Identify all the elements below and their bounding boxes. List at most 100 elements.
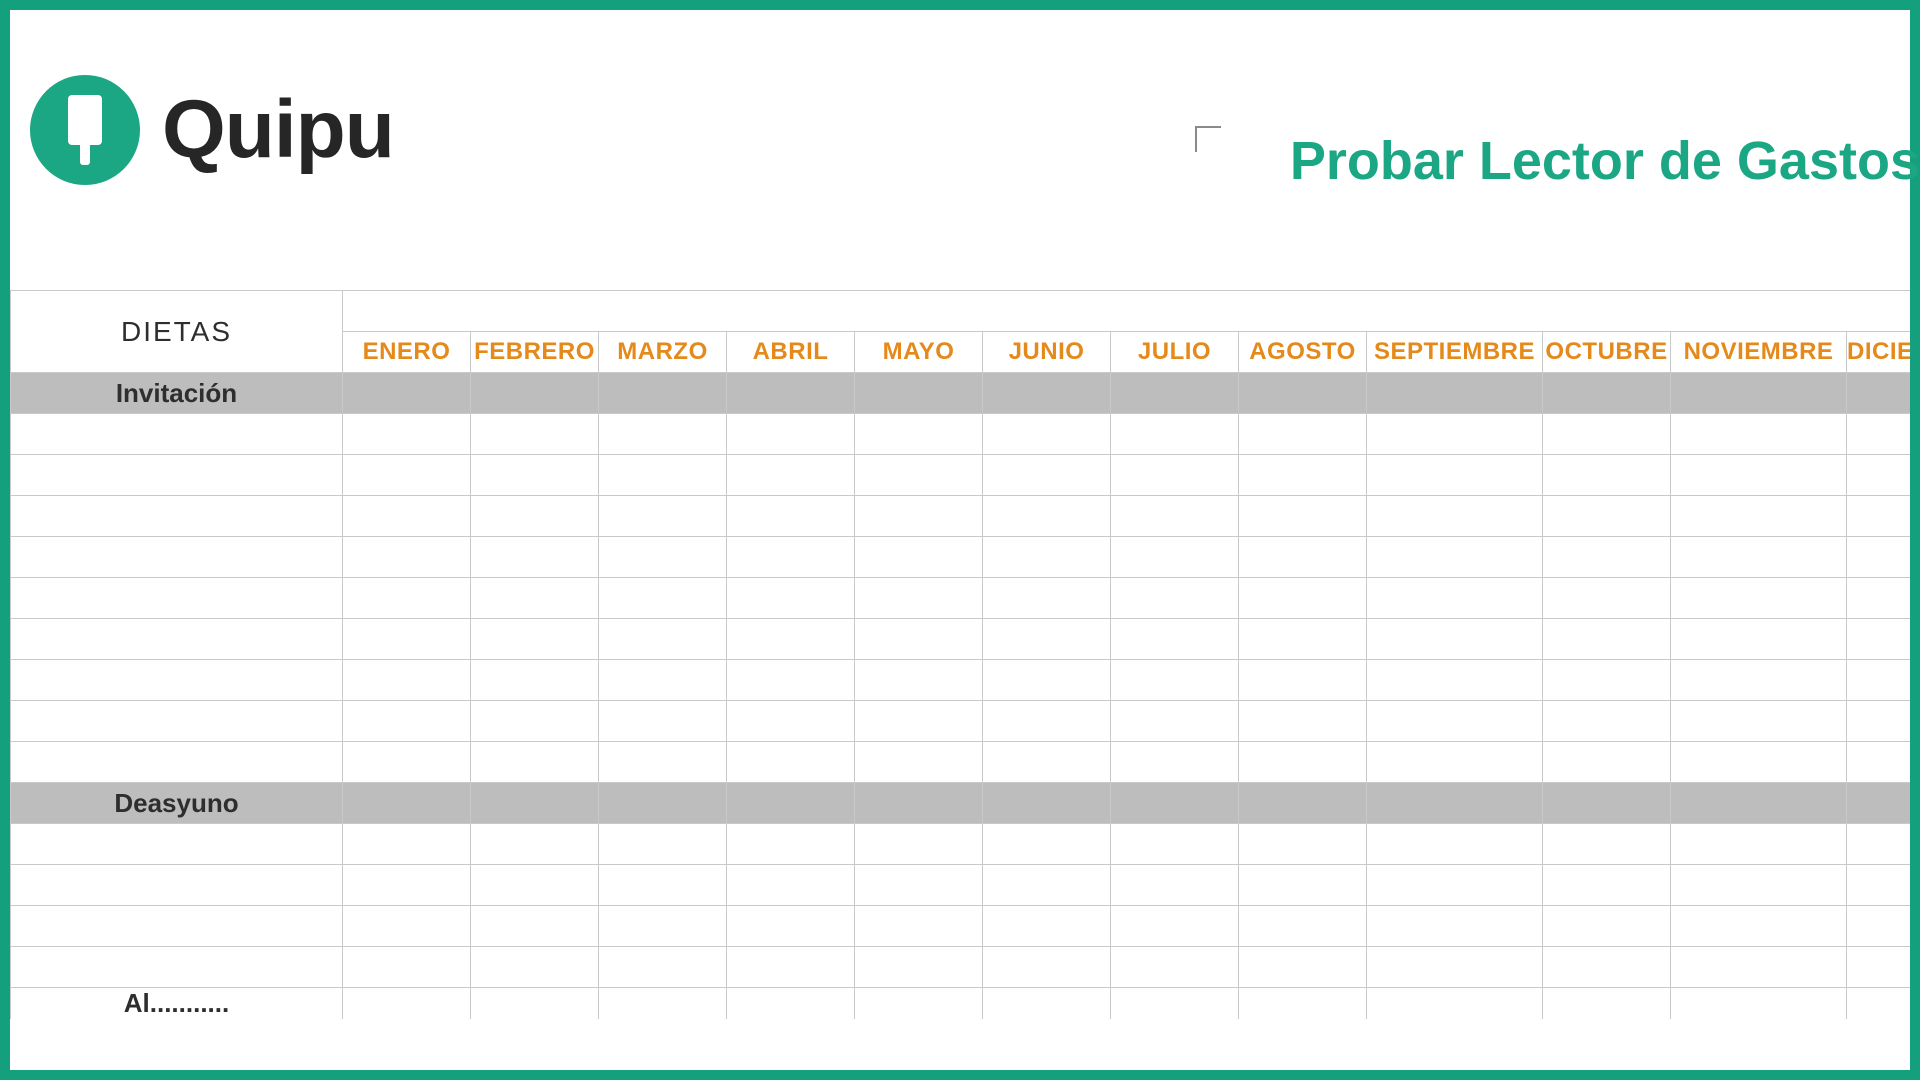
data-cell[interactable] xyxy=(1239,537,1367,578)
data-cell[interactable] xyxy=(471,947,599,988)
data-cell[interactable] xyxy=(1239,414,1367,455)
table-row[interactable] xyxy=(11,496,1911,537)
data-cell[interactable] xyxy=(1367,537,1543,578)
data-cell[interactable] xyxy=(1367,660,1543,701)
category-cell[interactable] xyxy=(11,619,343,660)
data-cell[interactable] xyxy=(1239,619,1367,660)
data-cell[interactable] xyxy=(1367,701,1543,742)
data-cell[interactable] xyxy=(983,824,1111,865)
table-row[interactable] xyxy=(11,414,1911,455)
data-cell[interactable] xyxy=(1543,619,1671,660)
data-cell[interactable] xyxy=(1671,865,1847,906)
data-cell[interactable] xyxy=(983,742,1111,783)
data-cell[interactable] xyxy=(983,906,1111,947)
data-cell[interactable] xyxy=(855,701,983,742)
data-cell[interactable] xyxy=(727,619,855,660)
data-cell[interactable] xyxy=(1671,496,1847,537)
data-cell[interactable] xyxy=(727,906,855,947)
data-cell[interactable] xyxy=(1847,496,1911,537)
data-cell[interactable] xyxy=(343,660,471,701)
data-cell[interactable] xyxy=(1671,537,1847,578)
data-cell[interactable] xyxy=(1671,578,1847,619)
data-cell[interactable] xyxy=(727,660,855,701)
data-cell[interactable] xyxy=(1671,455,1847,496)
data-cell[interactable] xyxy=(1239,660,1367,701)
data-cell[interactable] xyxy=(1543,660,1671,701)
dietas-table[interactable]: DIETAS Año 2020 ENEROFEBREROMARZOABRILMA… xyxy=(10,290,1910,1019)
data-cell[interactable] xyxy=(1239,496,1367,537)
data-cell[interactable] xyxy=(983,578,1111,619)
data-cell[interactable] xyxy=(343,701,471,742)
data-cell[interactable] xyxy=(727,578,855,619)
table-row[interactable] xyxy=(11,537,1911,578)
data-cell[interactable] xyxy=(1239,742,1367,783)
data-cell[interactable] xyxy=(1111,578,1239,619)
category-cell[interactable] xyxy=(11,537,343,578)
data-cell[interactable] xyxy=(1367,742,1543,783)
data-cell[interactable] xyxy=(599,865,727,906)
data-cell[interactable] xyxy=(343,537,471,578)
data-cell[interactable] xyxy=(599,455,727,496)
data-cell[interactable] xyxy=(1111,865,1239,906)
data-cell[interactable] xyxy=(599,824,727,865)
data-cell[interactable] xyxy=(727,455,855,496)
data-cell[interactable] xyxy=(1847,578,1911,619)
data-cell[interactable] xyxy=(1671,619,1847,660)
data-cell[interactable] xyxy=(983,619,1111,660)
data-cell[interactable] xyxy=(1111,701,1239,742)
data-cell[interactable] xyxy=(1543,496,1671,537)
data-cell[interactable] xyxy=(1111,619,1239,660)
data-cell[interactable] xyxy=(1367,496,1543,537)
data-cell[interactable] xyxy=(599,906,727,947)
data-cell[interactable] xyxy=(471,455,599,496)
data-cell[interactable] xyxy=(1367,947,1543,988)
data-cell[interactable] xyxy=(1367,578,1543,619)
data-cell[interactable] xyxy=(1367,414,1543,455)
data-cell[interactable] xyxy=(1671,414,1847,455)
data-cell[interactable] xyxy=(343,619,471,660)
data-cell[interactable] xyxy=(1543,824,1671,865)
data-cell[interactable] xyxy=(1671,947,1847,988)
image-crop-handle-icon[interactable] xyxy=(1195,126,1221,152)
data-cell[interactable] xyxy=(1543,865,1671,906)
data-cell[interactable] xyxy=(599,660,727,701)
data-cell[interactable] xyxy=(1543,742,1671,783)
data-cell[interactable] xyxy=(727,824,855,865)
data-cell[interactable] xyxy=(727,947,855,988)
data-cell[interactable] xyxy=(1671,742,1847,783)
category-cell[interactable] xyxy=(11,947,343,988)
category-cell[interactable] xyxy=(11,455,343,496)
category-cell[interactable] xyxy=(11,742,343,783)
data-cell[interactable] xyxy=(983,660,1111,701)
data-cell[interactable] xyxy=(1847,947,1911,988)
data-cell[interactable] xyxy=(1239,947,1367,988)
category-cell[interactable] xyxy=(11,865,343,906)
cta-link[interactable]: Probar Lector de Gastos xyxy=(1290,130,1920,192)
data-cell[interactable] xyxy=(1847,865,1911,906)
category-cell[interactable] xyxy=(11,496,343,537)
data-cell[interactable] xyxy=(1239,578,1367,619)
data-cell[interactable] xyxy=(471,619,599,660)
data-cell[interactable] xyxy=(1847,660,1911,701)
data-cell[interactable] xyxy=(855,742,983,783)
data-cell[interactable] xyxy=(471,742,599,783)
data-cell[interactable] xyxy=(1543,414,1671,455)
data-cell[interactable] xyxy=(983,865,1111,906)
data-cell[interactable] xyxy=(855,947,983,988)
data-cell[interactable] xyxy=(1543,537,1671,578)
data-cell[interactable] xyxy=(1111,824,1239,865)
data-cell[interactable] xyxy=(1111,537,1239,578)
data-cell[interactable] xyxy=(343,414,471,455)
data-cell[interactable] xyxy=(599,414,727,455)
data-cell[interactable] xyxy=(1367,865,1543,906)
data-cell[interactable] xyxy=(1111,414,1239,455)
data-cell[interactable] xyxy=(1543,455,1671,496)
data-cell[interactable] xyxy=(343,824,471,865)
data-cell[interactable] xyxy=(1671,906,1847,947)
data-cell[interactable] xyxy=(471,824,599,865)
data-cell[interactable] xyxy=(1111,947,1239,988)
data-cell[interactable] xyxy=(727,742,855,783)
data-cell[interactable] xyxy=(471,496,599,537)
category-cell[interactable] xyxy=(11,414,343,455)
data-cell[interactable] xyxy=(343,865,471,906)
